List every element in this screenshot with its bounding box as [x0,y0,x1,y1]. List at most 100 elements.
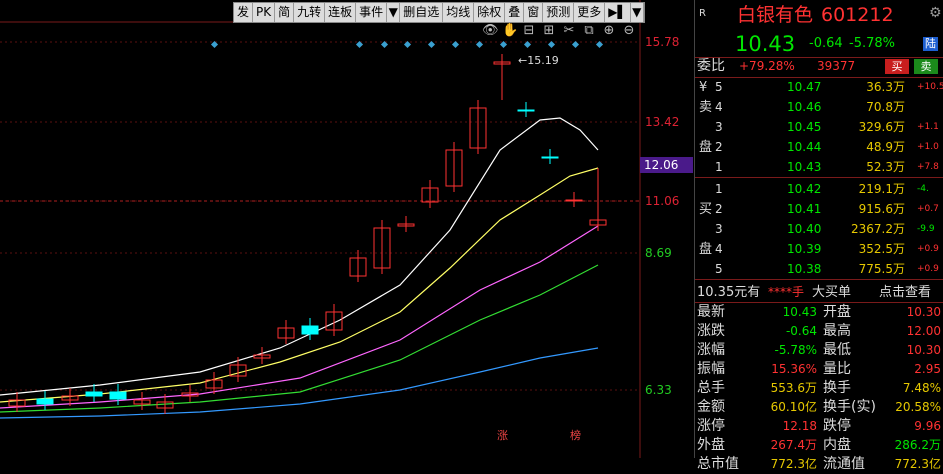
stat-value: 10.43 [782,305,817,319]
toolbar-item[interactable]: ▶▌ [605,3,631,22]
level-volume: 52.3万 [866,160,905,174]
stat-value: 20.58% [895,400,941,414]
toolbar-item[interactable]: 事件 [356,3,388,22]
toolbar-item[interactable]: 连板 [325,3,357,22]
bid-level-row[interactable]: 1 10.42 219.1万 -4. [695,180,943,199]
toolbar-item[interactable]: 均线 [443,3,475,22]
minus-circle-icon[interactable]: ⊖ [622,24,636,38]
quote-panel: R 白银有色 601212 ⚙ 10.43 -0.64 -5.78% 陆 委比 … [694,0,943,472]
stat-value: -0.64 [785,324,817,338]
event-diamond-marker [547,40,556,49]
stats-row: 涨停 12.18 跌停 9.96 [695,417,943,436]
ma5-line [0,117,599,396]
stat-value: 12.00 [906,324,941,338]
stat-label: 最高 [823,323,851,339]
hand-icon[interactable]: ✋ [502,24,518,38]
level-volume: 352.5万 [858,242,905,256]
toolbar-item[interactable]: PK [253,3,276,22]
stat-label: 最低 [823,342,851,358]
bid-level-row[interactable]: 买 2 10.41 915.6万 +0.7 [695,200,943,219]
price-change-pct: -5.78% [849,36,895,51]
level-change: +0.7 [917,204,939,214]
stat-label: 涨停 [697,418,725,434]
stat-label: 外盘 [697,437,725,453]
candle-body [541,156,559,159]
side-label: 卖 [699,100,713,115]
ma10-line [0,167,599,403]
ask-level-row[interactable]: 1 10.43 52.3万 +7.8 [695,158,943,177]
event-diamond-marker [571,40,580,49]
level-change: -4. [917,184,929,194]
toolbar-item[interactable]: ▼ [387,3,401,22]
toolbar-item[interactable]: 窗 [524,3,544,22]
stats-row: 涨幅 -5.78% 最低 10.30 [695,341,943,360]
level-change: -9.9 [917,224,935,234]
stat-value: 10.30 [906,343,941,357]
eye-icon[interactable]: 👁 [482,24,499,38]
toolbar-item[interactable]: 预测 [543,3,575,22]
ask-level-row[interactable]: ¥5 10.47 36.3万 +10.5 [695,78,943,97]
buy-button[interactable]: 买 [885,59,909,74]
kline-chart-svg[interactable]: ←15.19 [0,0,693,458]
ask-level-row[interactable]: 卖 4 10.46 70.8万 [695,98,943,117]
big-order-row[interactable]: 10.35元有 ****手 大买单 点击查看 [695,283,943,302]
zoom-out-icon[interactable]: ⊟ [522,24,536,38]
stats-row: 外盘 267.4万 内盘 286.2万 [695,436,943,455]
price-line: 10.43 -0.64 -5.78% 陆 [695,32,943,56]
toolbar-item[interactable]: 发 [234,3,254,22]
toolbar-item[interactable]: 删自选 [400,3,444,22]
level-volume: 2367.2万 [851,222,905,236]
zoom-in-icon[interactable]: ⊞ [542,24,556,38]
stat-label: 振幅 [697,361,725,377]
sell-button[interactable]: 卖 [914,59,938,74]
level-price: 10.44 [787,140,822,154]
stock-name: 白银有色 [737,4,814,26]
limit-up-mark[interactable]: 涨 [497,427,508,443]
scissors-icon[interactable]: ✂ [562,24,576,38]
level-price: 10.47 [787,80,822,94]
stat-value: 12.18 [782,419,817,433]
webi-diff: 39377 [817,59,856,73]
stat-value: 60.10亿 [770,400,817,414]
webi-value: +79.28% [739,59,795,73]
level-volume: 329.6万 [858,120,905,134]
last-price: 10.43 [735,32,796,56]
board-badge: 陆 [923,37,938,51]
big-order-volume: ****手 [768,285,805,299]
ask-level-row[interactable]: 盘 2 10.44 48.9万 +1.0 [695,138,943,157]
stat-value: -5.78% [774,343,817,357]
ranking-mark[interactable]: 榜 [570,427,581,443]
toolbar-item[interactable]: 除权 [474,3,506,22]
big-order-view-link[interactable]: 点击查看 [879,283,931,302]
bid-level-row[interactable]: 5 10.38 775.5万 +0.9 [695,260,943,279]
event-diamond-marker [451,40,460,49]
level-index: 2 [715,202,723,216]
toolbar-item[interactable]: 更多 [574,3,606,22]
toolbar-item[interactable]: 叠 [505,3,525,22]
level-index: 5 [715,262,723,276]
stat-label: 开盘 [823,304,851,320]
bid-level-row[interactable]: 盘 4 10.39 352.5万 +0.9 [695,240,943,259]
stats-row: 最新 10.43 开盘 10.30 [695,303,943,322]
toolbar-item[interactable]: 九转 [294,3,326,22]
toolbar-item[interactable]: ▼ [631,3,644,22]
level-price: 10.43 [787,160,822,174]
toolbar-item[interactable]: 简 [275,3,295,22]
ma60-line [0,347,599,419]
side-label: 买 [699,202,713,217]
candle-body [565,199,583,202]
kline-chart-area[interactable]: ←15.19 发 PK 简九转 连板 事件 ▼ 删自选 均线 除权叠窗预测 更多 ▶▌ ▼ 👁 ✋ ⊟… [0,0,693,458]
level-change: +1.0 [917,142,939,152]
level-volume: 219.1万 [858,182,905,196]
copy-icon[interactable]: ⧉ [582,24,596,38]
bid-level-row[interactable]: 3 10.40 2367.2万 -9.9 [695,220,943,239]
plus-circle-icon[interactable]: ⊕ [602,24,616,38]
settings-gear-icon[interactable]: ⚙ [929,4,942,23]
stat-label: 金额 [697,399,725,415]
level-index: 1 [715,182,723,196]
candle-body [36,398,54,405]
level-index: 4 [715,100,723,114]
ask-level-row[interactable]: 3 10.45 329.6万 +1.1 [695,118,943,137]
stat-label: 换手(实) [823,399,876,415]
stat-label: 换手 [823,380,851,396]
